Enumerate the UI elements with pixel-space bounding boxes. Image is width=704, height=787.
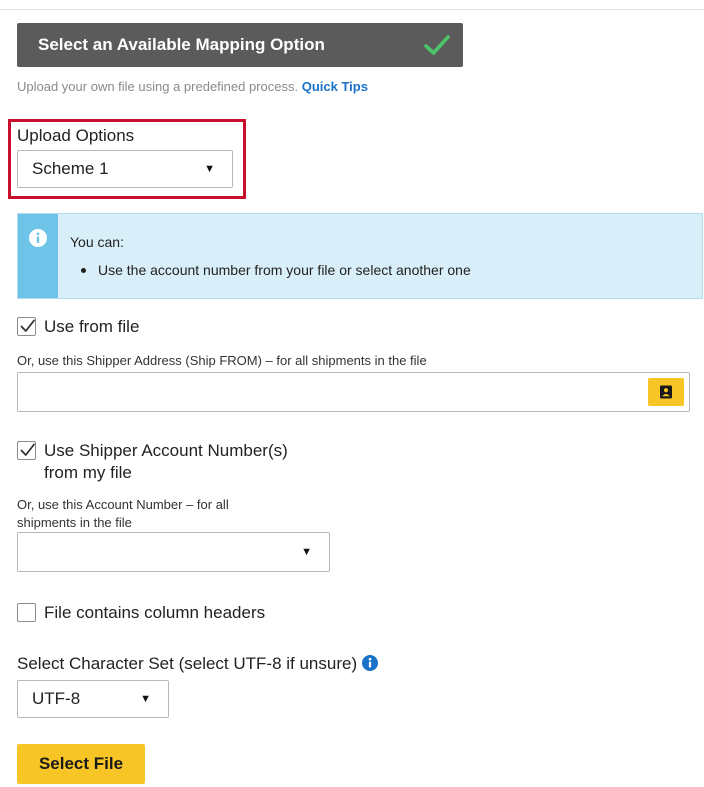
bullet-icon [81,267,86,273]
info-icon [29,229,47,247]
upload-options-label: Upload Options [17,126,135,145]
info-bullet-text: Use the account number from your file or… [98,262,471,278]
charset-label-text: Select Character Set (select UTF-8 if un… [17,654,358,673]
account-number-label: Or, use this Account Number – for all sh… [17,496,229,532]
upload-hint: Upload your own file using a predefined … [17,79,368,94]
column-headers-checkbox[interactable] [17,603,36,622]
charset-label: Select Character Set (select UTF-8 if un… [17,654,379,674]
mapping-option-title: Select an Available Mapping Option [38,35,325,54]
select-file-button[interactable]: Select File [17,744,145,784]
charset-value: UTF-8 [32,689,81,708]
upload-options-value: Scheme 1 [32,159,109,178]
info-heading: You can: [70,234,124,250]
checkmark-icon [20,443,35,456]
charset-select[interactable]: UTF-8 ▼ [17,680,169,718]
shipper-address-input[interactable] [17,372,690,412]
use-account-numbers-label-line2: from my file [44,463,132,482]
use-from-file-label: Use from file [44,317,140,336]
check-icon [424,35,450,55]
chevron-down-icon: ▼ [301,546,312,558]
chevron-down-icon: ▼ [204,163,215,175]
account-number-label-line1: Or, use this Account Number – for all [17,497,229,512]
mapping-option-header[interactable]: Select an Available Mapping Option [17,23,463,67]
column-headers-label: File contains column headers [44,603,266,622]
use-from-file-checkbox[interactable] [17,317,36,336]
quick-tips-link[interactable]: Quick Tips [302,79,368,94]
checkmark-icon [20,319,35,332]
use-account-numbers-checkbox[interactable] [17,441,36,460]
chevron-down-icon: ▼ [140,693,151,705]
info-panel: You can: Use the account number from you… [17,213,703,299]
info-icon[interactable] [362,655,379,671]
use-account-numbers-label-line1: Use Shipper Account Number(s) [44,441,288,460]
account-number-label-line2: shipments in the file [17,515,132,530]
info-panel-strip [18,214,58,298]
address-book-icon [660,385,672,399]
address-book-button[interactable] [648,378,684,406]
info-bullet: Use the account number from your file or… [81,262,471,278]
shipper-address-label: Or, use this Shipper Address (Ship FROM)… [17,353,427,368]
use-account-numbers-label: Use Shipper Account Number(s) from my fi… [44,440,288,484]
upload-hint-text: Upload your own file using a predefined … [17,79,302,94]
upload-options-select[interactable]: Scheme 1 ▼ [17,150,233,188]
top-divider [0,9,704,10]
account-number-select[interactable]: ▼ [17,532,330,572]
